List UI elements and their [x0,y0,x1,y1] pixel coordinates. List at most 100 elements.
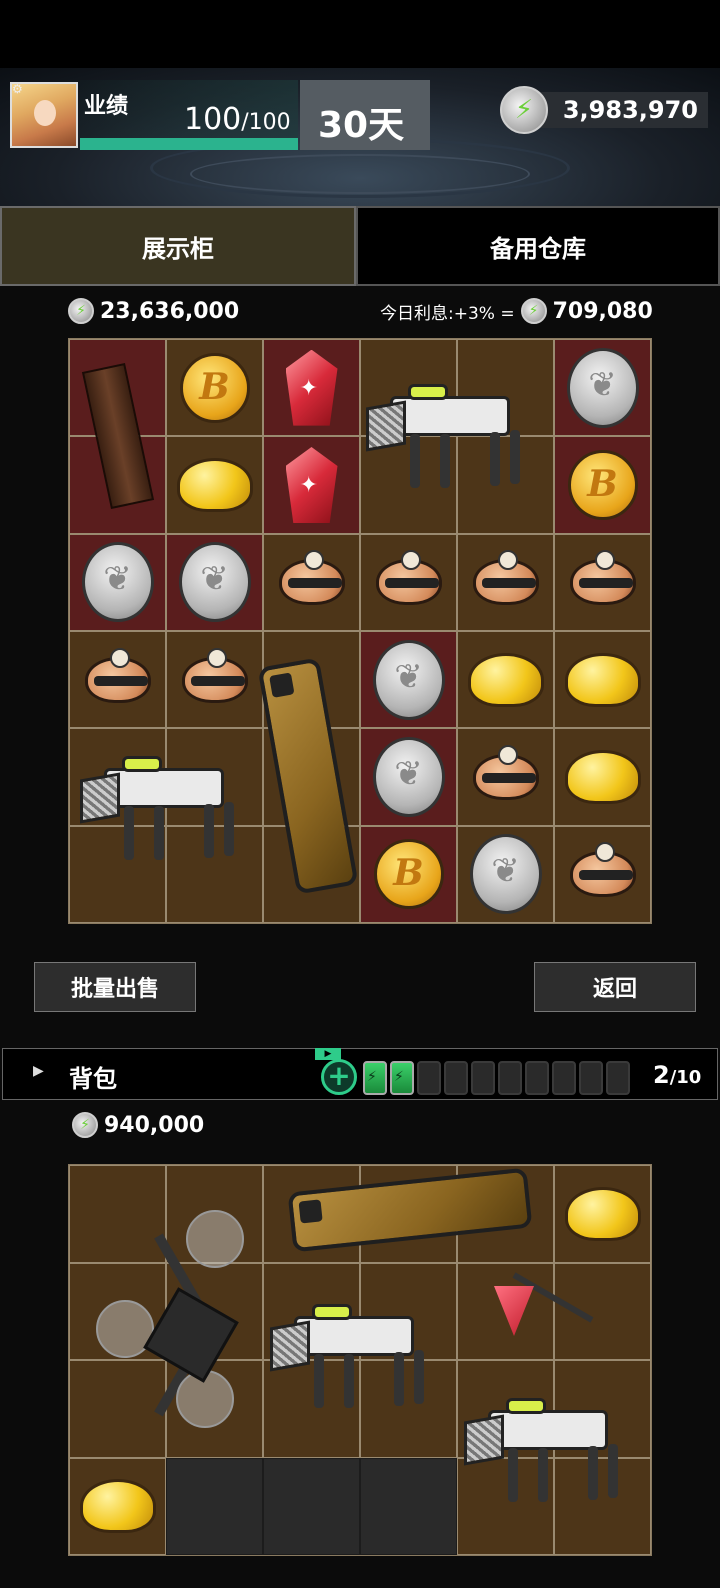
gold-bun-icon[interactable] [176,457,253,512]
grid-cell[interactable] [69,533,166,631]
robot-dog-icon[interactable] [74,748,254,868]
empty-cell[interactable] [263,1457,360,1555]
robot-dog-icon[interactable] [264,1296,444,1416]
grid-cell[interactable] [457,825,554,923]
battery-empty-icon [525,1061,549,1095]
grid-cell[interactable] [554,436,651,534]
grid-cell[interactable] [457,631,554,729]
grid-cell[interactable] [263,436,360,534]
red-crystal-icon[interactable] [285,446,338,523]
energy-coin-icon [72,1112,98,1138]
backpack-value: 940,000 [72,1112,204,1138]
battery-empty-icon [579,1061,603,1095]
backpack-bar[interactable]: ▶ 背包 ▶ + 2/10 [2,1048,718,1100]
status-bar [0,0,720,68]
grid-cell[interactable] [457,533,554,631]
battery-empty-icon [471,1061,495,1095]
energy-coin-icon [500,86,548,134]
grid-cell[interactable] [554,1165,651,1263]
battery-empty-icon [552,1061,576,1095]
tab-bar: 展示柜 备用仓库 [0,206,720,286]
robot-dog-icon[interactable] [360,376,540,496]
robot-ball-icon[interactable] [472,550,539,606]
energy-coin-icon [68,298,94,324]
grid-cell[interactable] [360,728,457,826]
grid-cell[interactable] [360,533,457,631]
silver-coin-icon[interactable] [81,542,154,623]
silver-coin-icon[interactable] [178,542,251,623]
performance-bar [80,138,298,150]
grid-cell[interactable] [263,339,360,437]
grid-cell[interactable] [166,339,263,437]
grid-cell[interactable] [360,631,457,729]
money-value: 3,983,970 [540,92,708,128]
grid-cell[interactable] [263,533,360,631]
performance-label: 业绩 [84,94,129,119]
grid-cell[interactable] [554,631,651,729]
battery-empty-icon [498,1061,522,1095]
tab-showcase[interactable]: 展示柜 [0,206,356,286]
robot-ball-icon[interactable] [569,842,636,898]
grid-cell[interactable] [166,533,263,631]
robot-dog-icon[interactable] [458,1390,638,1510]
gold-bun-icon[interactable] [467,652,544,707]
battery-full-icon [390,1061,414,1095]
grid-cell[interactable] [554,1262,651,1360]
back-button[interactable]: 返回 [534,962,696,1012]
grid-cell[interactable] [554,825,651,923]
robot-ball-icon[interactable] [472,744,539,800]
silver-coin-icon[interactable] [372,639,445,720]
robot-ball-icon[interactable] [375,550,442,606]
energy-coin-icon [520,298,547,324]
gold-bun-icon[interactable] [564,652,641,707]
gold-bun-icon[interactable] [564,1186,641,1241]
interest-label: 今日利息:+3% = [380,303,515,324]
backpack-title: 背包 [69,1065,117,1093]
grid-cell[interactable] [166,631,263,729]
grid-cell[interactable] [554,728,651,826]
battery-empty-icon [444,1061,468,1095]
battery-empty-icon [606,1061,630,1095]
robot-ball-icon[interactable] [84,647,151,703]
gold-coin-icon[interactable] [567,449,638,520]
showcase-total: 23,636,000 [68,298,239,324]
red-crystal-icon[interactable] [285,349,338,426]
silver-coin-icon[interactable] [469,834,542,915]
gold-coin-icon[interactable] [179,352,250,423]
days-counter: 30天 [318,105,405,146]
grid-cell[interactable] [69,631,166,729]
expand-arrow-icon[interactable]: ▶ [33,1063,44,1079]
performance-value: 100/100 [184,102,291,137]
silver-coin-icon[interactable] [566,347,639,428]
empty-cell[interactable] [166,1457,263,1555]
robot-ball-icon[interactable] [278,550,345,606]
interest-row: 今日利息:+3% = 709,080 [380,298,653,324]
robot-ball-icon[interactable] [569,550,636,606]
silver-coin-icon[interactable] [372,736,445,817]
drone-icon[interactable] [96,1210,276,1450]
battery-full-icon [363,1061,387,1095]
interest-value: 709,080 [552,298,653,324]
grid-cell[interactable] [69,1457,166,1555]
grid-cell[interactable] [166,436,263,534]
header: ⚙ 业绩 100/100 30天 3,983,970 [0,68,720,206]
stage-ring-inner [190,154,530,194]
backpack-value-text: 940,000 [104,1112,205,1138]
robot-ball-icon[interactable] [181,647,248,703]
gold-bun-icon[interactable] [79,1479,156,1534]
tab-warehouse[interactable]: 备用仓库 [356,206,720,286]
gold-coin-icon[interactable] [373,839,444,910]
grid-cell[interactable] [554,533,651,631]
gear-icon[interactable]: ⚙ [12,82,23,96]
backpack-count: 2/10 [653,1061,702,1089]
add-battery-button[interactable]: + [321,1059,357,1095]
gold-bun-icon[interactable] [564,749,641,804]
showcase-total-value: 23,636,000 [100,298,240,324]
battery-empty-icon [417,1061,441,1095]
grid-cell[interactable] [554,339,651,437]
spinning-top-icon[interactable] [490,1262,594,1342]
bulk-sell-button[interactable]: 批量出售 [34,962,196,1012]
empty-cell[interactable] [360,1457,457,1555]
grid-cell[interactable] [457,728,554,826]
grid-cell[interactable] [360,825,457,923]
